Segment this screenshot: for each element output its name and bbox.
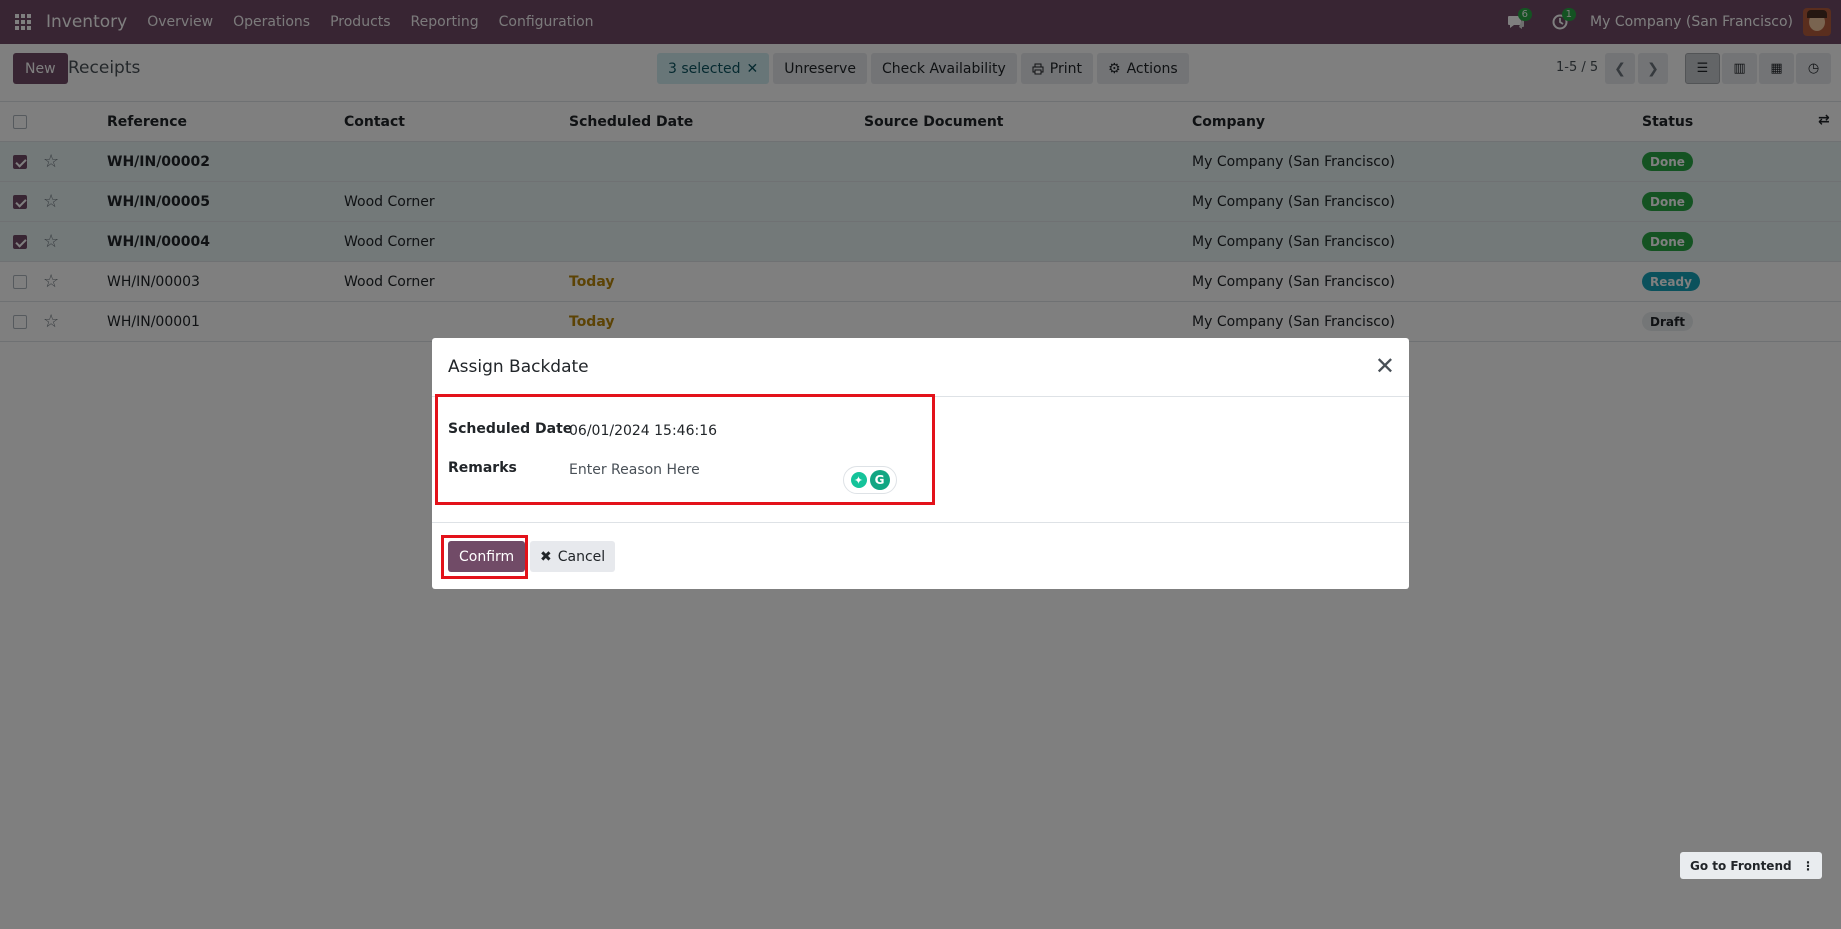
highlight-confirm-box (441, 535, 528, 579)
cancel-button[interactable]: ✖ Cancel (530, 541, 616, 572)
grammarly-widget[interactable]: ✦ G (843, 466, 897, 494)
frontend-floater: Go to Frontend ⋮ (1680, 852, 1822, 879)
more-options-icon[interactable]: ⋮ (1802, 859, 1822, 873)
close-icon[interactable]: ✕ (1375, 354, 1395, 378)
cancel-label: Cancel (557, 548, 606, 565)
dialog-header: Assign Backdate ✕ (432, 338, 1409, 397)
grammarly-icon[interactable]: G (869, 470, 890, 490)
go-to-frontend-button[interactable]: Go to Frontend (1680, 859, 1802, 873)
lightbulb-icon[interactable]: ✦ (850, 472, 867, 488)
dialog-title: Assign Backdate (448, 357, 589, 377)
close-icon: ✖ (540, 548, 552, 565)
